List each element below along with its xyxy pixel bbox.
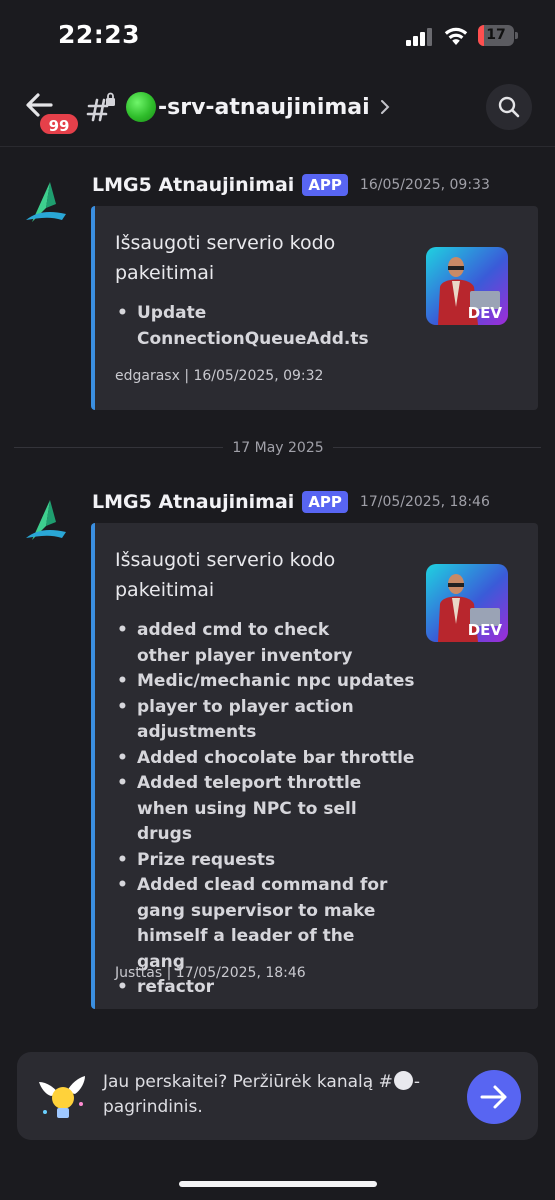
- go-to-channel-button[interactable]: [467, 1070, 521, 1124]
- winged-lightbulb-icon: [39, 1076, 85, 1118]
- battery-icon: 17: [478, 25, 518, 46]
- search-button[interactable]: [486, 84, 532, 130]
- date-divider-label: 17 May 2025: [223, 437, 333, 459]
- list-item: Prize requests: [115, 848, 415, 874]
- prompt-text: Jau perskaitei? Peržiūrėk kanalą # -pagri…: [103, 1070, 453, 1120]
- list-item: player to player action adjustments: [115, 695, 355, 746]
- channel-name: -srv-atnaujinimai: [158, 94, 370, 120]
- arrow-right-icon: [480, 1085, 507, 1109]
- locked-channel-icon: [86, 92, 115, 122]
- prompt-text-before: Jau perskaitei? Peržiūrėk kanalą #: [103, 1072, 393, 1092]
- white-circle-emoji: [393, 1071, 413, 1090]
- search-icon: [498, 96, 520, 118]
- dev-label: DEV: [467, 621, 502, 639]
- list-item: Added clead command for gang supervisor …: [115, 873, 405, 975]
- list-item: Added teleport throttle when using NPC t…: [115, 771, 415, 848]
- embed-title: Išsaugoti serverio kodo pakeitimai: [115, 232, 336, 284]
- timestamp: 16/05/2025, 09:33: [359, 177, 490, 193]
- embed: Išsaugoti serverio kodo pakeitimai DEV U…: [91, 206, 538, 410]
- list-item: Added chocolate bar throttle: [115, 746, 415, 772]
- embed-title: Išsaugoti serverio kodo pakeitimai: [115, 549, 336, 601]
- status-time: 22:23: [58, 20, 141, 49]
- app-badge: APP: [302, 174, 348, 196]
- channel-title[interactable]: -srv-atnaujinimai: [126, 90, 390, 124]
- unread-badge: 99: [38, 112, 80, 136]
- list-item: Medic/mechanic npc updates: [115, 669, 415, 695]
- dev-label: DEV: [467, 304, 502, 322]
- channel-prompt[interactable]: Jau perskaitei? Peržiūrėk kanalą # -pagri…: [17, 1052, 538, 1140]
- embed-thumbnail[interactable]: DEV: [426, 247, 508, 325]
- embed-footer: edgarasx | 16/05/2025, 09:32: [115, 368, 324, 384]
- author-name[interactable]: LMG5 Atnaujinimai: [92, 174, 294, 196]
- embed-thumbnail[interactable]: DEV: [426, 564, 508, 642]
- embed-footer: Justtas | 17/05/2025, 18:46: [115, 965, 306, 981]
- timestamp: 17/05/2025, 18:46: [359, 494, 490, 510]
- green-circle-emoji: [126, 92, 156, 122]
- bot-avatar[interactable]: [22, 496, 70, 544]
- list-item: added cmd to check other player inventor…: [115, 618, 365, 669]
- wifi-icon: [444, 27, 468, 45]
- battery-level: 17: [486, 27, 506, 43]
- date-divider: 17 May 2025: [14, 437, 541, 459]
- app-badge: APP: [302, 491, 348, 513]
- home-indicator[interactable]: [179, 1181, 377, 1187]
- embed: Išsaugoti serverio kodo pakeitimai DEV a…: [91, 523, 538, 1009]
- author-name[interactable]: LMG5 Atnaujinimai: [92, 491, 294, 513]
- bot-avatar[interactable]: [22, 178, 70, 226]
- list-item: Update ConnectionQueueAdd.ts: [115, 301, 369, 352]
- signal-icon: [406, 28, 432, 46]
- embed-list: Update ConnectionQueueAdd.ts: [115, 301, 369, 352]
- status-bar: 22:23 17: [0, 0, 555, 72]
- message-header: LMG5 Atnaujinimai APP 17/05/2025, 18:46: [92, 489, 490, 515]
- message-header: LMG5 Atnaujinimai APP 16/05/2025, 09:33: [92, 172, 490, 198]
- embed-list: added cmd to check other player inventor…: [115, 618, 415, 1001]
- channel-header: 99 -srv-atnaujinimai: [0, 72, 555, 147]
- chevron-right-icon: [380, 100, 390, 114]
